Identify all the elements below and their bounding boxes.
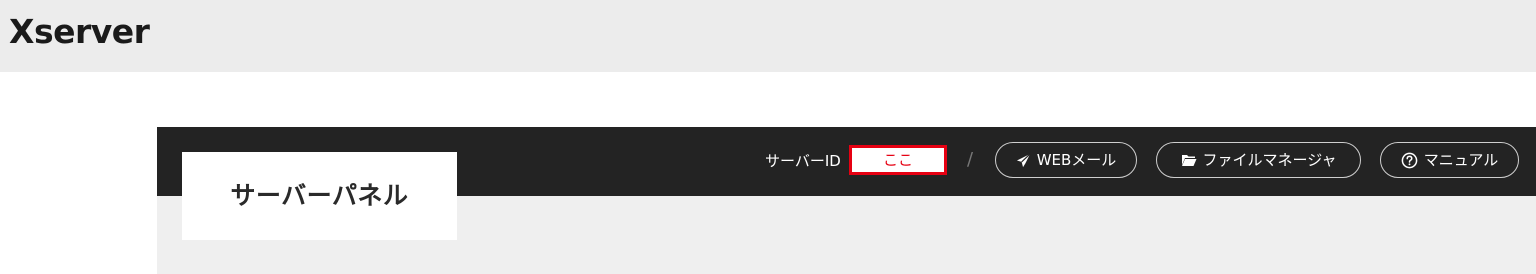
server-id-label: サーバーID [765,152,841,170]
header-separator: / [967,149,974,170]
site-header: Xserver [0,0,1536,72]
file-manager-button[interactable]: ファイルマネージャ [1156,142,1361,178]
paper-plane-icon [1016,153,1031,168]
server-panel-frame: サーバーID ここ / WEBメール ファイルマネージャ マニュアル サーバーパ… [157,127,1536,274]
panel-title-card: サーバーパネル [182,152,457,240]
manual-label: マニュアル [1423,151,1499,169]
folder-icon [1181,153,1197,167]
question-circle-icon [1401,152,1418,169]
panel-title: サーバーパネル [230,181,409,210]
server-id-value: ここ [849,145,947,175]
webmail-label: WEBメール [1036,151,1117,169]
manual-button[interactable]: マニュアル [1380,142,1519,178]
xserver-logo[interactable]: Xserver [9,10,150,54]
webmail-button[interactable]: WEBメール [995,142,1137,178]
file-manager-label: ファイルマネージャ [1202,151,1337,169]
